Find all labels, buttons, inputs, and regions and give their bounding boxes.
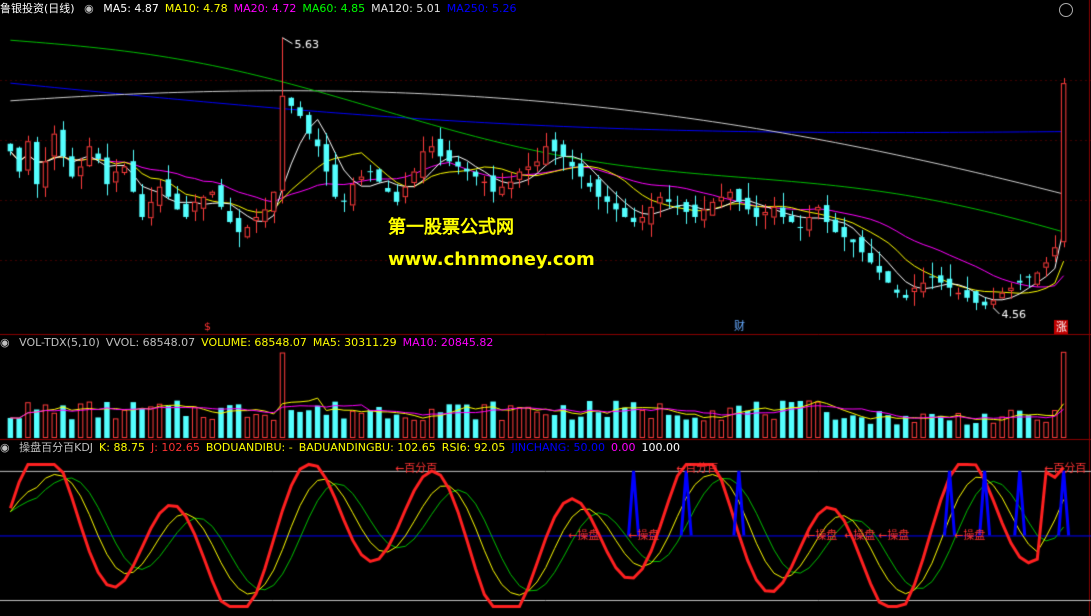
kdj-header-item-3: BODUANDIBU: -	[205, 441, 293, 454]
vol-header-item-3: MA5: 30311.29	[312, 336, 397, 349]
kdj-header-item-1: K: 88.75	[99, 441, 145, 454]
vol-header-item-4: MA10: 20845.82	[402, 336, 494, 349]
main-header-item-1: MA10: 4.78	[164, 2, 228, 15]
main-header-item-4: MA120: 5.01	[371, 2, 441, 15]
main-header-item-2: MA20: 4.72	[233, 2, 297, 15]
close-icon[interactable]	[1059, 3, 1073, 17]
kdj-header-item-5: RSI6: 92.05	[441, 441, 506, 454]
kdj-header-item-0: 操盘百分百KDJ	[19, 441, 94, 454]
main-header-item-3: MA60: 4.85	[302, 2, 366, 15]
kdj-header-item-2: J: 102.65	[150, 441, 200, 454]
main-header-item-5: MA250: 5.26	[446, 2, 517, 15]
chevron-down-icon[interactable]: ◉	[84, 2, 94, 15]
kdj-header-item-4: BADUANDINGBU: 102.65	[298, 441, 436, 454]
watermark-line2: www.chnmoney.com	[388, 249, 595, 270]
vol-header-item-2: VOLUME: 68548.07	[201, 336, 307, 349]
main-header: 鲁银投资(日线) ◉ MA5: 4.87 MA10: 4.78 MA20: 4.72…	[0, 0, 529, 18]
stock-title: 鲁银投资(日线)	[0, 2, 75, 15]
vol-header-item-0: VOL-TDX(5,10)	[19, 336, 100, 349]
vol-header-item-1: VVOL: 68548.07	[105, 336, 196, 349]
vol-header: ◉ VOL-TDX(5,10) VVOL: 68548.07 VOLUME: 685…	[0, 334, 505, 352]
main-header-item-0: MA5: 4.87	[103, 2, 159, 15]
kdj-header-item-7: 0.00	[611, 441, 636, 454]
watermark-line1: 第一股票公式网	[388, 217, 514, 238]
chevron-down-icon[interactable]: ◉	[0, 336, 10, 349]
kdj-header-item-8: 100.00	[641, 441, 681, 454]
kdj-header-item-6: JINCHANG: 50.00	[511, 441, 605, 454]
kdj-header: ◉ 操盘百分百KDJ K: 88.75 J: 102.65 BODUANDIBU: -…	[0, 439, 692, 457]
chart-canvas[interactable]	[0, 0, 1091, 616]
chevron-down-icon[interactable]: ◉	[0, 441, 10, 454]
